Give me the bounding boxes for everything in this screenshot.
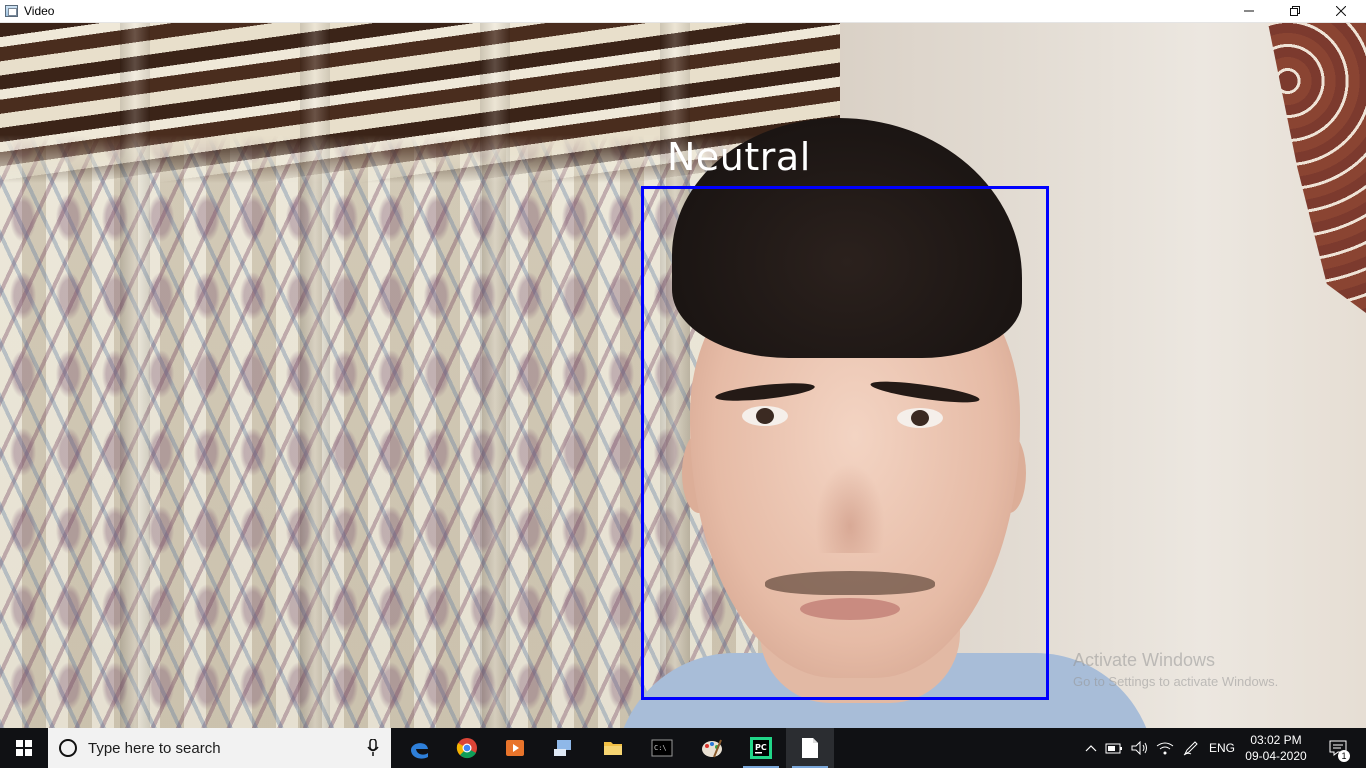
close-icon xyxy=(1336,6,1346,16)
taskbar-connect[interactable] xyxy=(539,728,587,768)
volume-control[interactable] xyxy=(1128,728,1152,768)
microphone-icon[interactable] xyxy=(367,739,379,757)
taskbar-chrome[interactable] xyxy=(443,728,491,768)
window-title: Video xyxy=(24,4,55,18)
restore-icon xyxy=(1290,6,1300,16)
taskbar-document[interactable] xyxy=(786,728,834,768)
taskbar-clock[interactable]: 03:02 PM 09-04-2020 xyxy=(1236,732,1316,764)
battery-icon xyxy=(1105,743,1122,754)
curtain-fold xyxy=(480,23,510,728)
connect-icon xyxy=(554,740,571,756)
video-frame: Neutral Activate Windows Go to Settings … xyxy=(0,23,1366,728)
clock-time: 03:02 PM xyxy=(1250,733,1302,747)
media-player-icon xyxy=(506,740,524,756)
pycharm-icon: PC xyxy=(750,737,772,759)
start-button[interactable] xyxy=(0,728,48,768)
speaker-icon xyxy=(1131,741,1147,755)
curtain-fold xyxy=(300,23,330,728)
notification-count-badge: 1 xyxy=(1338,750,1350,762)
restore-button[interactable] xyxy=(1272,0,1318,22)
emotion-label: Neutral xyxy=(667,135,811,179)
terminal-icon: C:\ xyxy=(651,739,673,757)
minimize-icon xyxy=(1244,10,1254,12)
close-button[interactable] xyxy=(1318,0,1364,22)
clock-date: 09-04-2020 xyxy=(1245,749,1307,763)
activate-title: Activate Windows xyxy=(1073,650,1216,670)
svg-text:PC: PC xyxy=(755,743,767,752)
taskbar-search-box[interactable]: Type here to search xyxy=(48,728,391,768)
taskbar-edge[interactable] xyxy=(395,728,443,768)
show-hidden-icons-button[interactable] xyxy=(1080,728,1102,768)
minimize-button[interactable] xyxy=(1226,0,1272,22)
pen-workspace[interactable] xyxy=(1179,728,1203,768)
windows-logo-icon xyxy=(16,740,32,756)
taskbar-pycharm[interactable]: PC xyxy=(737,728,785,768)
svg-text:C:\: C:\ xyxy=(654,744,667,752)
activate-subtitle: Go to Settings to activate Windows. xyxy=(1073,674,1279,689)
wifi-icon xyxy=(1156,742,1174,755)
taskbar-media-player[interactable] xyxy=(491,728,539,768)
chevron-up-icon xyxy=(1085,745,1097,752)
taskbar-terminal[interactable]: C:\ xyxy=(638,728,686,768)
face-detection-box xyxy=(641,186,1049,700)
language-indicator[interactable]: ENG xyxy=(1206,728,1238,768)
activate-windows-watermark: Activate Windows Go to Settings to activ… xyxy=(1073,650,1278,689)
pen-icon xyxy=(1183,741,1198,756)
video-window: Video Neutral Activate Windows Go to Set… xyxy=(0,0,1366,728)
chrome-icon xyxy=(456,738,477,759)
cortana-icon xyxy=(59,739,77,757)
file-explorer-icon xyxy=(604,742,622,755)
curtain-fold xyxy=(120,23,150,728)
network-status[interactable] xyxy=(1153,728,1177,768)
taskbar-paint[interactable] xyxy=(688,728,736,768)
taskbar: Type here to search C:\ PC ENG 03:02 PM … xyxy=(0,728,1366,768)
search-placeholder: Type here to search xyxy=(88,739,221,757)
action-center-button[interactable]: 1 xyxy=(1318,728,1358,768)
taskbar-file-explorer[interactable] xyxy=(589,728,637,768)
paint-icon xyxy=(702,739,722,758)
app-window-icon xyxy=(5,5,18,17)
edge-icon xyxy=(411,743,428,759)
battery-status[interactable] xyxy=(1102,728,1126,768)
document-icon xyxy=(802,738,818,758)
title-bar[interactable]: Video xyxy=(0,0,1366,23)
